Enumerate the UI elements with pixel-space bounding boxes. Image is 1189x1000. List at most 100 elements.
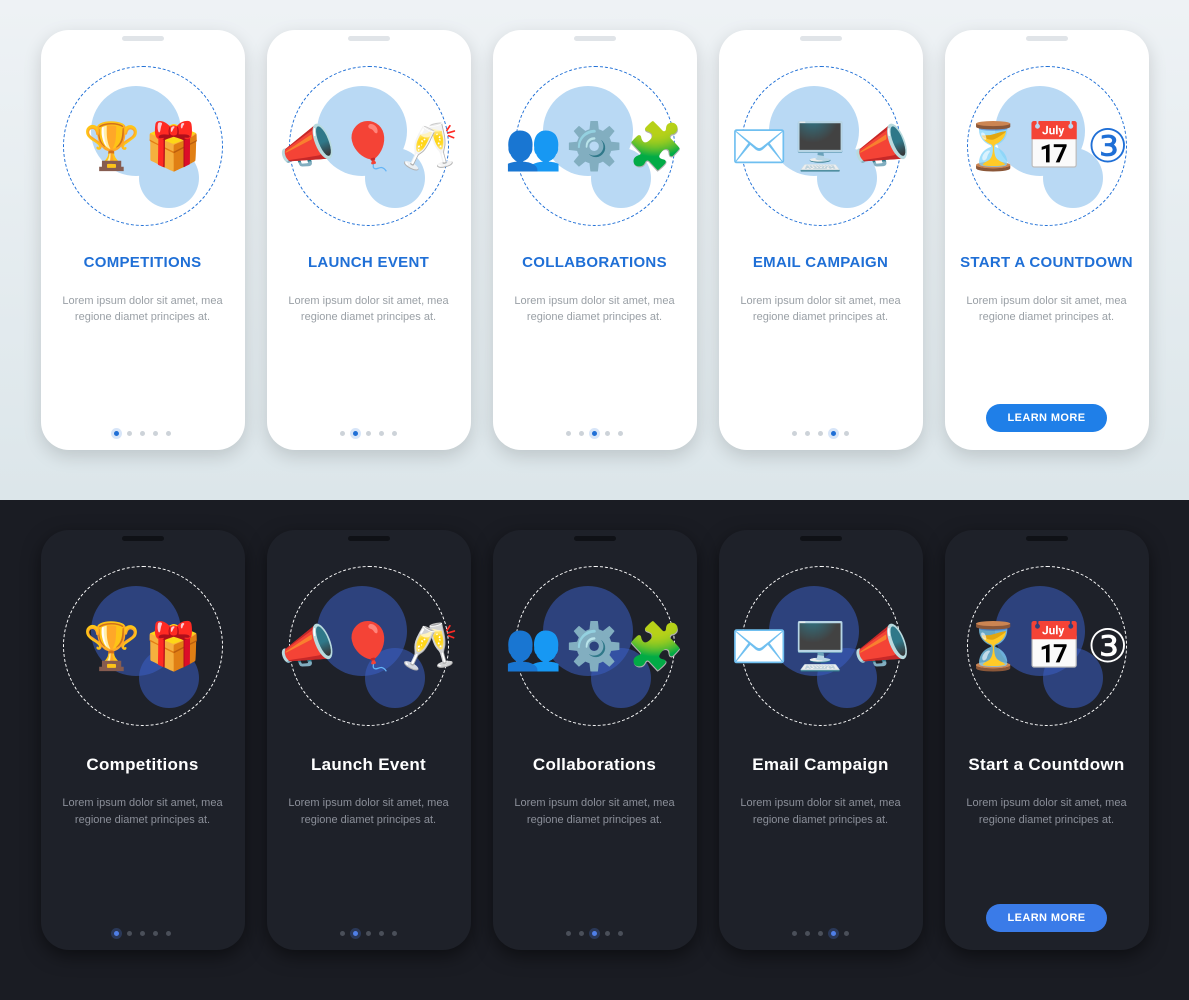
pagination-dot[interactable] xyxy=(579,431,584,436)
card-description: Lorem ipsum dolor sit amet, mea regione … xyxy=(731,293,911,326)
pagination-dot[interactable] xyxy=(392,431,397,436)
pagination-dots xyxy=(114,931,171,936)
pagination-dot[interactable] xyxy=(818,931,823,936)
card-title: Competitions xyxy=(86,754,198,775)
card-description: Lorem ipsum dolor sit amet, mea regione … xyxy=(731,795,911,828)
pagination-dot[interactable] xyxy=(805,931,810,936)
hourglass-icon: ⏳📅③ xyxy=(982,581,1112,711)
card-title: Start a Countdown xyxy=(968,754,1124,775)
pagination-dot[interactable] xyxy=(844,931,849,936)
pagination-dot[interactable] xyxy=(792,431,797,436)
onboarding-card[interactable]: 🏆🎁COMPETITIONSLorem ipsum dolor sit amet… xyxy=(41,30,245,450)
card-title: LAUNCH EVENT xyxy=(308,254,429,273)
pagination-dot[interactable] xyxy=(379,431,384,436)
pagination-dot[interactable] xyxy=(114,431,119,436)
card-description: Lorem ipsum dolor sit amet, mea regione … xyxy=(957,293,1137,326)
pagination-dot[interactable] xyxy=(605,931,610,936)
team-icon: 👥⚙️🧩 xyxy=(530,81,660,211)
megaphone-icon: 📣🎈🥂 xyxy=(304,581,434,711)
onboarding-card[interactable]: ⏳📅③ Start a Countdown Lorem ipsum dolor si… xyxy=(945,530,1149,950)
pagination-dot[interactable] xyxy=(166,931,171,936)
onboarding-card[interactable]: ⏳📅③ START A COUNTDOWN Lorem ipsum dolor si… xyxy=(945,30,1149,450)
pagination-dot[interactable] xyxy=(114,931,119,936)
pagination-dot[interactable] xyxy=(605,431,610,436)
pagination-dot[interactable] xyxy=(140,431,145,436)
pagination-dot[interactable] xyxy=(153,431,158,436)
card-illustration: 🏆🎁 xyxy=(63,566,223,726)
card-title: START A COUNTDOWN xyxy=(960,254,1133,273)
pagination-dot[interactable] xyxy=(831,931,836,936)
onboarding-card[interactable]: 📣🎈🥂 LAUNCH EVENT Lorem ipsum dolor sit ame… xyxy=(267,30,471,450)
phone-notch xyxy=(348,536,390,541)
card-illustration: ⏳📅③ xyxy=(967,566,1127,726)
pagination-dot[interactable] xyxy=(340,931,345,936)
card-description: Lorem ipsum dolor sit amet, mea regione … xyxy=(53,795,233,828)
pagination-dot[interactable] xyxy=(818,431,823,436)
team-icon: 👥⚙️🧩 xyxy=(530,581,660,711)
pagination-dot[interactable] xyxy=(353,931,358,936)
learn-more-button[interactable]: LEARN MORE xyxy=(986,404,1108,432)
learn-more-button[interactable]: LEARN MORE xyxy=(986,904,1108,932)
pagination-dot[interactable] xyxy=(166,431,171,436)
pagination-dot[interactable] xyxy=(566,431,571,436)
onboarding-card[interactable]: 👥⚙️🧩 COLLABORATIONS Lorem ipsum dolor sit … xyxy=(493,30,697,450)
hourglass-icon: ⏳📅③ xyxy=(982,81,1112,211)
pagination-dot[interactable] xyxy=(805,431,810,436)
pagination-dot[interactable] xyxy=(618,931,623,936)
onboarding-card[interactable]: ✉️🖥️📣 Email Campaign Lorem ipsum dolor sit… xyxy=(719,530,923,950)
pagination-dot[interactable] xyxy=(366,931,371,936)
card-description: Lorem ipsum dolor sit amet, mea regione … xyxy=(957,795,1137,828)
phone-notch xyxy=(122,536,164,541)
pagination-dot[interactable] xyxy=(353,431,358,436)
pagination-dot[interactable] xyxy=(366,431,371,436)
pagination-dot[interactable] xyxy=(392,931,397,936)
card-illustration: 📣🎈🥂 xyxy=(289,566,449,726)
card-title: COMPETITIONS xyxy=(84,254,202,273)
pagination-dot[interactable] xyxy=(140,931,145,936)
pagination-dot[interactable] xyxy=(592,431,597,436)
card-illustration: ⏳📅③ xyxy=(967,66,1127,226)
mail-icon: ✉️🖥️📣 xyxy=(756,581,886,711)
onboarding-card[interactable]: 🏆🎁 Competitions Lorem ipsum dolor sit amet… xyxy=(41,530,245,950)
pagination-dot[interactable] xyxy=(153,931,158,936)
pagination-dot[interactable] xyxy=(579,931,584,936)
pagination-dots xyxy=(792,931,849,936)
pagination-dot[interactable] xyxy=(127,431,132,436)
pagination-dot[interactable] xyxy=(379,931,384,936)
pagination-dots xyxy=(566,931,623,936)
card-description: Lorem ipsum dolor sit amet, mea regione … xyxy=(279,795,459,828)
card-illustration: 📣🎈🥂 xyxy=(289,66,449,226)
pagination-dot[interactable] xyxy=(844,431,849,436)
light-theme-row: 🏆🎁 COMPETITIONS Lorem ipsum dolor sit amet… xyxy=(0,0,1189,500)
card-title: EMAIL CAMPAIGN xyxy=(753,254,888,273)
trophy-icon: 🏆🎁 xyxy=(78,81,208,211)
card-title: Email Campaign xyxy=(752,754,888,775)
dark-theme-row: 🏆🎁 Competitions Lorem ipsum dolor sit amet… xyxy=(0,500,1189,1000)
onboarding-card[interactable]: ✉️🖥️📣 EMAIL CAMPAIGN Lorem ipsum dolor sit… xyxy=(719,30,923,450)
onboarding-card[interactable]: 👥⚙️🧩CollaborationsLorem ipsum dolor sit … xyxy=(493,530,697,950)
card-title: Collaborations xyxy=(533,754,656,775)
card-description: Lorem ipsum dolor sit amet, mea regione … xyxy=(279,293,459,326)
onboarding-card[interactable]: 📣🎈🥂Launch EventLorem ipsum dolor sit ame… xyxy=(267,530,471,950)
card-illustration: 🏆🎁 xyxy=(63,66,223,226)
card-title: COLLABORATIONS xyxy=(522,254,667,273)
pagination-dot[interactable] xyxy=(592,931,597,936)
phone-notch xyxy=(800,36,842,41)
pagination-dots xyxy=(340,431,397,436)
phone-notch xyxy=(574,36,616,41)
card-illustration: ✉️🖥️📣 xyxy=(741,66,901,226)
pagination-dot[interactable] xyxy=(566,931,571,936)
card-illustration: ✉️🖥️📣 xyxy=(741,566,901,726)
pagination-dot[interactable] xyxy=(127,931,132,936)
phone-notch xyxy=(574,536,616,541)
pagination-dot[interactable] xyxy=(618,431,623,436)
mail-icon: ✉️🖥️📣 xyxy=(756,81,886,211)
pagination-dot[interactable] xyxy=(792,931,797,936)
pagination-dots xyxy=(566,431,623,436)
pagination-dot[interactable] xyxy=(831,431,836,436)
phone-notch xyxy=(1026,36,1068,41)
card-description: Lorem ipsum dolor sit amet, mea regione … xyxy=(505,293,685,326)
pagination-dot[interactable] xyxy=(340,431,345,436)
megaphone-icon: 📣🎈🥂 xyxy=(304,81,434,211)
phone-notch xyxy=(1026,536,1068,541)
